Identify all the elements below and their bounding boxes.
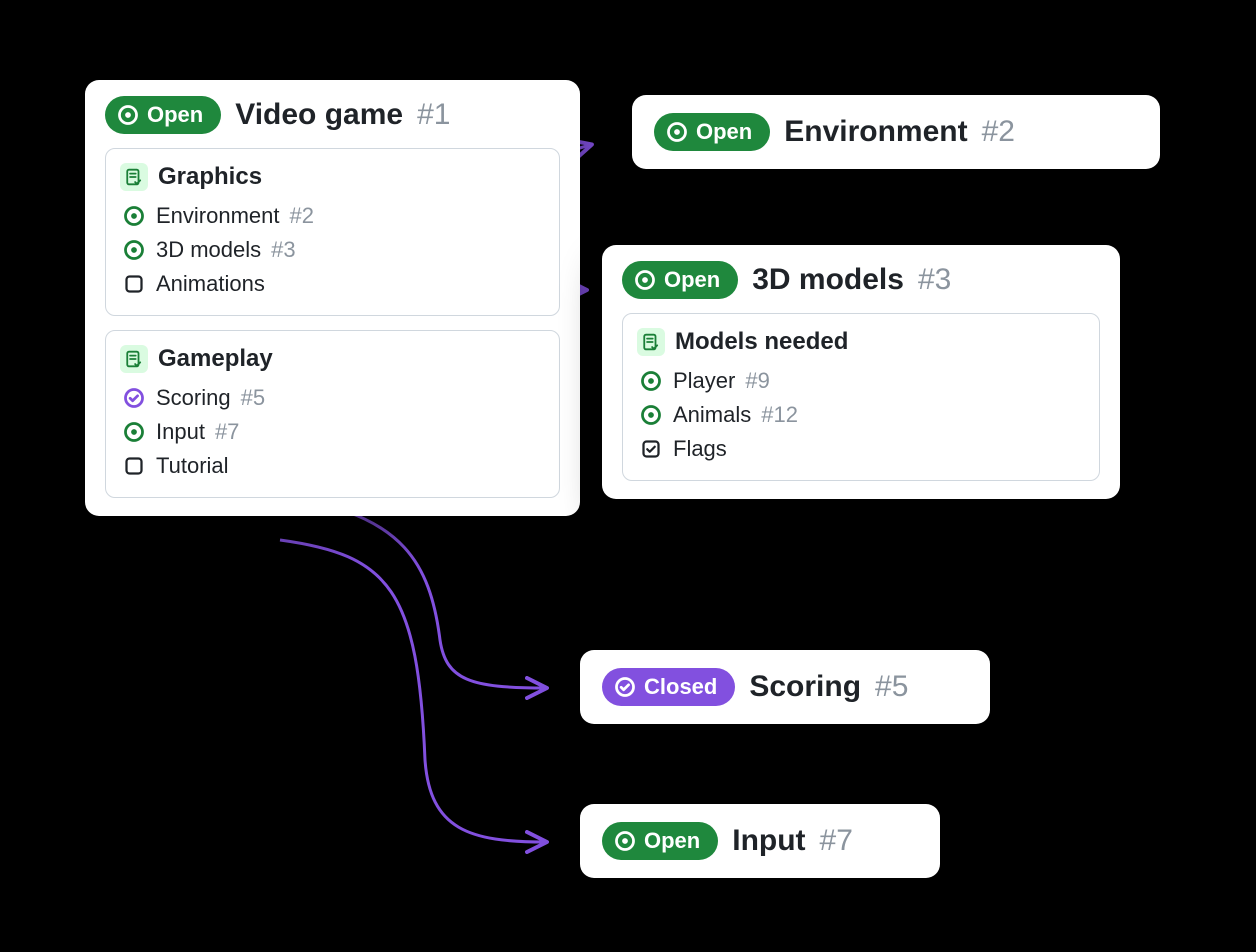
checkbox-checked-icon [639, 437, 663, 461]
issue-number: #7 [820, 824, 853, 858]
status-badge-open: Open [602, 822, 718, 860]
issue-closed-icon [614, 676, 636, 698]
tracked-item-animations[interactable]: Animations [120, 267, 543, 301]
section-models-needed: Models needed Player #9 Animals #12 Flag… [622, 313, 1100, 481]
issue-open-icon [639, 369, 663, 393]
status-label: Open [696, 119, 752, 145]
issue-card-video-game[interactable]: Open Video game #1 Graphics Environment … [85, 80, 580, 516]
issue-open-icon [639, 403, 663, 427]
issue-open-icon [634, 269, 656, 291]
card-header: Open Input #7 [602, 822, 918, 860]
issue-title: Input [732, 824, 805, 858]
tasklist-icon [120, 163, 148, 191]
tasklist-icon [637, 328, 665, 356]
issue-open-icon [122, 204, 146, 228]
tracked-item-input[interactable]: Input #7 [120, 415, 543, 449]
item-number: #2 [290, 203, 314, 229]
tracked-item-environment[interactable]: Environment #2 [120, 199, 543, 233]
issue-open-icon [117, 104, 139, 126]
status-label: Closed [644, 674, 717, 700]
issue-number: #2 [982, 115, 1015, 149]
item-label: 3D models [156, 237, 261, 263]
issue-card-3d-models[interactable]: Open 3D models #3 Models needed Player #… [602, 245, 1120, 499]
item-label: Tutorial [156, 453, 229, 479]
item-label: Player [673, 368, 735, 394]
issue-open-icon [614, 830, 636, 852]
issue-open-icon [666, 121, 688, 143]
section-gameplay: Gameplay Scoring #5 Input #7 Tutorial [105, 330, 560, 498]
checkbox-unchecked-icon [122, 272, 146, 296]
item-label: Animations [156, 271, 265, 297]
diagram-canvas: Open Video game #1 Graphics Environment … [0, 0, 1256, 952]
card-header: Open Video game #1 [105, 96, 560, 134]
item-number: #5 [241, 385, 265, 411]
item-label: Environment [156, 203, 280, 229]
item-label: Animals [673, 402, 751, 428]
item-number: #3 [271, 237, 295, 263]
status-label: Open [147, 102, 203, 128]
section-graphics: Graphics Environment #2 3D models #3 Ani… [105, 148, 560, 316]
issue-title: Scoring [749, 670, 861, 704]
tracked-item-3d-models[interactable]: 3D models #3 [120, 233, 543, 267]
tracked-item-animals[interactable]: Animals #12 [637, 398, 1083, 432]
tracked-item-player[interactable]: Player #9 [637, 364, 1083, 398]
issue-number: #3 [918, 263, 951, 297]
section-header: Models needed [637, 328, 1083, 356]
section-title: Models needed [675, 328, 848, 356]
status-label: Open [664, 267, 720, 293]
tracked-item-scoring[interactable]: Scoring #5 [120, 381, 543, 415]
tracked-item-flags[interactable]: Flags [637, 432, 1083, 466]
status-badge-closed: Closed [602, 668, 735, 706]
section-header: Graphics [120, 163, 543, 191]
item-label: Input [156, 419, 205, 445]
section-header: Gameplay [120, 345, 543, 373]
tasklist-icon [120, 345, 148, 373]
issue-title: 3D models [752, 263, 904, 297]
item-number: #7 [215, 419, 239, 445]
section-title: Graphics [158, 163, 262, 191]
issue-title: Video game [235, 98, 403, 132]
section-title: Gameplay [158, 345, 273, 373]
status-badge-open: Open [622, 261, 738, 299]
card-header: Closed Scoring #5 [602, 668, 968, 706]
issue-card-environment[interactable]: Open Environment #2 [632, 95, 1160, 169]
card-header: Open Environment #2 [654, 113, 1138, 151]
checkbox-unchecked-icon [122, 454, 146, 478]
item-label: Scoring [156, 385, 231, 411]
issue-open-icon [122, 420, 146, 444]
issue-number: #1 [417, 98, 450, 132]
issue-card-input[interactable]: Open Input #7 [580, 804, 940, 878]
item-number: #9 [745, 368, 769, 394]
issue-card-scoring[interactable]: Closed Scoring #5 [580, 650, 990, 724]
item-number: #12 [761, 402, 798, 428]
item-label: Flags [673, 436, 727, 462]
tracked-item-tutorial[interactable]: Tutorial [120, 449, 543, 483]
issue-number: #5 [875, 670, 908, 704]
issue-title: Environment [784, 115, 967, 149]
status-label: Open [644, 828, 700, 854]
status-badge-open: Open [105, 96, 221, 134]
issue-closed-icon [122, 386, 146, 410]
card-header: Open 3D models #3 [622, 261, 1100, 299]
status-badge-open: Open [654, 113, 770, 151]
issue-open-icon [122, 238, 146, 262]
